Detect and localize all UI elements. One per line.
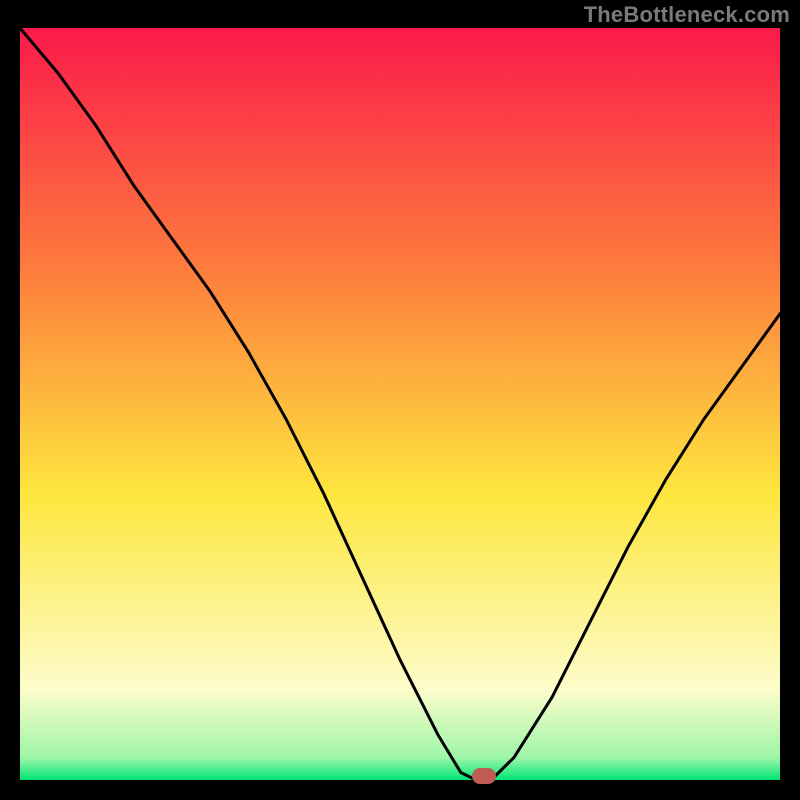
gradient-background xyxy=(20,28,780,780)
attribution-label: TheBottleneck.com xyxy=(584,2,790,28)
chart-container: TheBottleneck.com xyxy=(0,0,800,800)
chart-plot xyxy=(20,28,780,780)
optimal-marker xyxy=(472,768,496,784)
